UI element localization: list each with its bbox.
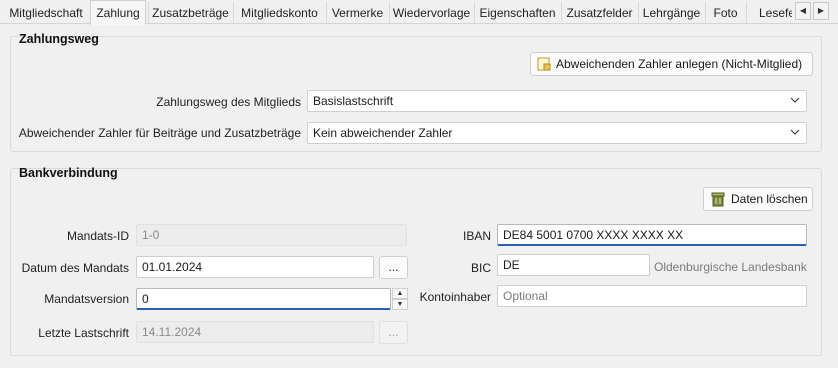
tab-eigenschaften[interactable]: Eigenschaften <box>474 2 560 24</box>
bic-field[interactable]: DE <box>497 254 650 276</box>
tab-vermerke[interactable]: Vermerke <box>326 2 388 24</box>
tab-wiedervorlage[interactable]: Wiedervorlage <box>389 2 473 24</box>
holder-label: Kontoinhaber <box>419 290 491 304</box>
tab-foto[interactable]: Foto <box>705 2 745 24</box>
iban-label: IBAN <box>462 229 491 243</box>
tab-mitgliedskonto[interactable]: Mitgliedskonto <box>233 2 325 24</box>
tab-mitgliedschaft[interactable]: Mitgliedschaft <box>2 2 90 24</box>
method-label: Zahlungsweg des Mitglieds <box>156 95 301 109</box>
mandate-date-label: Datum des Mandats <box>21 261 129 275</box>
chevron-down-icon <box>790 97 800 103</box>
payer-select[interactable]: Kein abweichender Zahler <box>307 122 807 144</box>
bic-label: BIC <box>470 261 491 275</box>
mandate-version-field[interactable]: 0 <box>136 288 391 310</box>
last-debit-picker-button[interactable]: ... <box>379 321 408 344</box>
payer-value: Kein abweichender Zahler <box>313 126 453 140</box>
stepper-down-icon[interactable]: ▼ <box>392 299 408 310</box>
delete-data-button[interactable]: Daten löschen <box>703 187 813 211</box>
tab-scroll-left-icon[interactable]: ◀ <box>795 2 811 20</box>
iban-field[interactable]: DE84 5001 0700 XXXX XXXX XX <box>497 224 807 246</box>
add-contact-icon <box>537 57 551 74</box>
tab-zusatzbetraege[interactable]: Zusatzbeträge <box>148 2 232 24</box>
mandate-version-stepper[interactable]: ▲ ▼ <box>392 288 408 310</box>
bankverbindung-group: Bankverbindung Daten löschen Mandats-ID … <box>10 166 822 356</box>
payment-method-value: Basislastschrift <box>313 94 394 108</box>
mandate-date-field[interactable]: 01.01.2024 <box>136 256 374 278</box>
add-payer-label: Abweichenden Zahler anlegen (Nicht-Mitgl… <box>556 57 803 71</box>
tab-zusatzfelder[interactable]: Zusatzfelder <box>561 2 637 24</box>
stepper-up-icon[interactable]: ▲ <box>392 288 408 299</box>
mandate-version-label: Mandatsversion <box>44 292 129 306</box>
tab-lesefe[interactable]: Lesefe <box>746 2 792 24</box>
mandate-id-field[interactable]: 1-0 <box>136 224 407 246</box>
tab-lehrgaenge[interactable]: Lehrgänge <box>638 2 704 24</box>
holder-placeholder: Optional <box>503 289 548 303</box>
last-debit-field[interactable]: 14.11.2024 <box>136 321 374 343</box>
delete-data-label: Daten löschen <box>731 192 808 206</box>
tab-zahlung[interactable]: Zahlung <box>90 0 146 25</box>
last-debit-label: Letzte Lastschrift <box>38 326 129 340</box>
tab-bar: Mitgliedschaft Zahlung Zusatzbeträge Mit… <box>0 0 838 25</box>
payment-method-select[interactable]: Basislastschrift <box>307 90 807 112</box>
payer-label: Abweichender Zahler für Beiträge und Zus… <box>18 126 301 140</box>
bank-name: Oldenburgische Landesbank <box>654 260 807 274</box>
zahlungsweg-group: Zahlungsweg Abweichenden Zahler anlegen … <box>10 32 822 152</box>
bankverbindung-title: Bankverbindung <box>19 166 118 180</box>
tab-scroll-right-icon[interactable]: ▶ <box>813 2 829 20</box>
trash-icon <box>710 191 726 210</box>
mandate-date-picker-button[interactable]: ... <box>379 256 408 279</box>
mandate-id-label: Mandats-ID <box>66 229 129 243</box>
holder-field[interactable]: Optional <box>497 285 807 307</box>
chevron-down-icon <box>790 129 800 135</box>
zahlungsweg-title: Zahlungsweg <box>19 32 99 46</box>
add-payer-button[interactable]: Abweichenden Zahler anlegen (Nicht-Mitgl… <box>530 52 813 76</box>
